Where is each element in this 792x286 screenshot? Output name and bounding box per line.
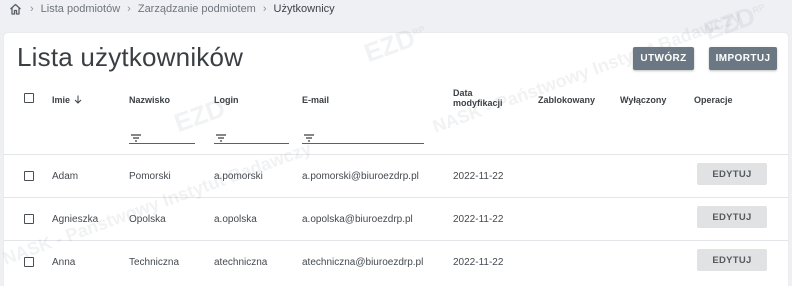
header-last-name[interactable]: Nazwisko [129,95,170,105]
page-title: Lista użytkowników [17,42,244,72]
cell-last-name: Techniczna [129,257,180,268]
edit-button[interactable]: EDYTUJ [697,249,767,271]
header-operations: Operacje [694,95,733,105]
table-row: Adam Pomorski a.pomorski a.pomorski@biur… [4,155,788,198]
edit-button[interactable]: EDYTUJ [697,163,767,185]
breadcrumb-item-users: Użytkownicy [273,3,335,15]
email-filter-input[interactable] [302,125,424,144]
cell-last-name: Pomorski [129,171,171,182]
chevron-right-icon: › [262,3,267,15]
header-first-name-label: Imie [52,95,71,105]
row-checkbox[interactable] [24,214,34,224]
breadcrumb-item-entity-list[interactable]: Lista podmiotów [41,3,121,15]
cell-first-name: Anna [52,257,76,268]
cell-modified: 2022-11-22 [453,171,504,182]
filter-icon [131,129,141,147]
cell-email: atechniczna@biuroezdrp.pl [302,257,424,268]
cell-first-name: Agnieszka [52,214,99,225]
table-row: Anna Techniczna atechniczna atechniczna@… [4,241,788,284]
cell-modified: 2022-11-22 [453,257,504,268]
header-email[interactable]: E-mail [302,95,329,105]
arrow-down-icon[interactable] [74,95,82,106]
filter-icon [216,129,226,147]
home-icon[interactable] [9,2,23,16]
table-header: Imie Nazwisko Login E-mail Data modyfika… [4,85,788,119]
last-name-filter-input[interactable] [129,125,195,144]
cell-email: a.pomorski@biuroezdrp.pl [302,171,419,182]
cell-last-name: Opolska [129,214,166,225]
cell-login: atechniczna [214,257,268,268]
row-checkbox[interactable] [24,171,34,181]
breadcrumb: › Lista podmiotów › Zarządzanie podmiote… [9,0,335,18]
cell-first-name: Adam [52,171,79,182]
create-button[interactable]: UTWÓRZ [633,47,694,70]
header-modified-line2: modyfikacji [453,98,503,108]
breadcrumb-item-entity-management[interactable]: Zarządzanie podmiotem [138,3,256,15]
cell-login: a.pomorski [214,171,263,182]
users-card: Lista użytkowników UTWÓRZ IMPORTUJ Imie … [4,33,788,286]
filter-icon [304,129,314,147]
header-disabled[interactable]: Wyłączony [620,95,666,105]
import-button[interactable]: IMPORTUJ [709,47,777,70]
cell-modified: 2022-11-22 [453,214,504,225]
table-row: Agnieszka Opolska a.opolska a.opolska@bi… [4,198,788,241]
chevron-right-icon: › [127,3,131,15]
header-first-name[interactable]: Imie [52,95,82,106]
header-blocked[interactable]: Zablokowany [538,95,595,105]
header-modified[interactable]: Data modyfikacji [453,88,503,108]
chevron-right-icon: › [30,3,34,15]
edit-button[interactable]: EDYTUJ [697,206,767,228]
header-modified-line1: Data [453,88,473,98]
cell-email: a.opolska@biuroezdrp.pl [302,214,413,225]
cell-login: a.opolska [214,214,257,225]
login-filter-input[interactable] [214,125,289,144]
row-checkbox[interactable] [24,257,34,267]
header-login[interactable]: Login [214,95,239,105]
select-all-checkbox[interactable] [24,93,34,103]
